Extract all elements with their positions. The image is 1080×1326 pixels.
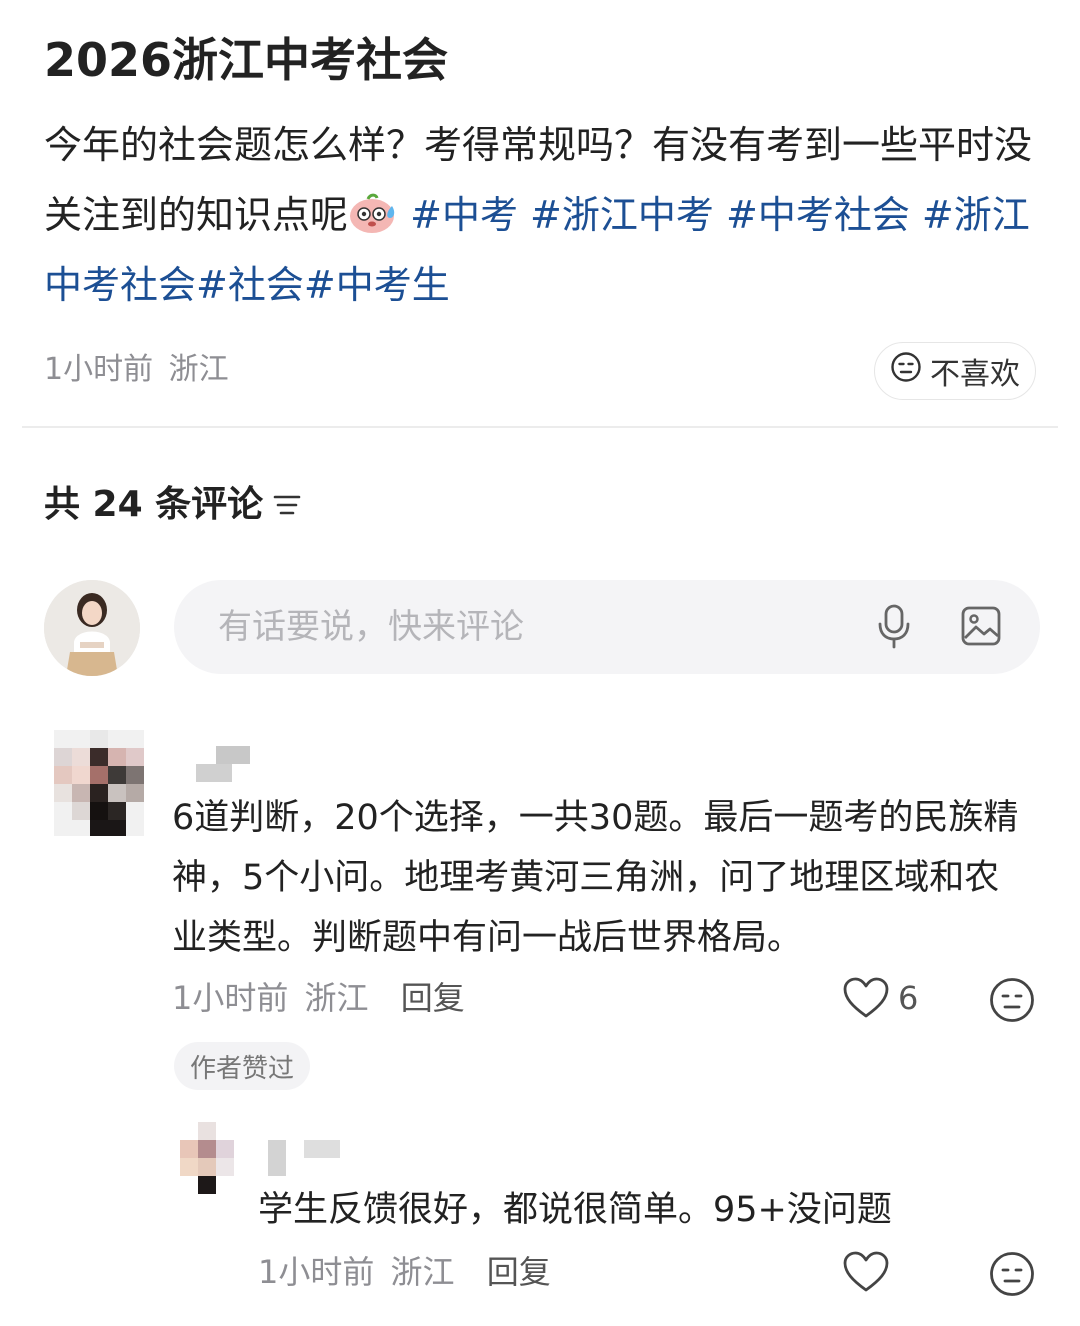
comment-time: 1小时前 bbox=[172, 979, 289, 1017]
comment-location: 浙江 bbox=[304, 979, 369, 1017]
like-button[interactable]: 6 bbox=[842, 976, 918, 1020]
reply-text: 学生反馈很好，都说很简单。95+没问题 bbox=[258, 1190, 892, 1230]
hashtag-link[interactable]: #中考社会 bbox=[726, 193, 910, 237]
divider bbox=[22, 426, 1058, 428]
commenter-name[interactable] bbox=[196, 746, 252, 782]
post-meta: 1小时前 浙江 bbox=[44, 348, 229, 392]
dislike-button[interactable] bbox=[988, 1250, 1036, 1298]
comment-text: 6道判断，20个选择，一共30题。最后一题考的民族精神，5个小问。地理考黄河三角… bbox=[172, 798, 1019, 958]
heart-icon bbox=[842, 976, 890, 1020]
comment-input-box[interactable] bbox=[174, 580, 1040, 674]
comment-input[interactable] bbox=[216, 606, 840, 648]
reply-avatar[interactable] bbox=[180, 1122, 234, 1194]
neutral-face-icon bbox=[890, 351, 922, 391]
like-count: 6 bbox=[898, 979, 919, 1017]
hashtag-link[interactable]: #中考生 bbox=[304, 263, 450, 307]
post-time: 1小时前 bbox=[44, 352, 154, 387]
author-liked-badge: 作者赞过 bbox=[174, 1042, 311, 1090]
image-icon[interactable] bbox=[960, 605, 1002, 647]
hashtag-link[interactable]: #社会 bbox=[196, 263, 304, 307]
hashtag-link[interactable]: #中考 bbox=[410, 193, 518, 237]
comment-count-label: 共 24 条评论 bbox=[44, 484, 264, 525]
comment-meta: 1小时前 浙江 回复 bbox=[172, 976, 465, 1020]
dislike-button[interactable] bbox=[988, 976, 1036, 1024]
neutral-face-icon bbox=[988, 976, 1036, 1024]
sweating-face-emoji bbox=[348, 186, 398, 233]
hashtag-link[interactable]: #浙江中考 bbox=[530, 193, 714, 237]
reply-author-name[interactable] bbox=[268, 1140, 340, 1176]
dislike-label: 不喜欢 bbox=[930, 357, 1020, 392]
commenter-avatar[interactable] bbox=[54, 730, 144, 836]
post-title: 2026浙江中考社会 bbox=[44, 33, 449, 87]
reply-location: 浙江 bbox=[390, 1253, 455, 1291]
user-avatar[interactable] bbox=[44, 580, 140, 676]
comments-header: 共 24 条评论 bbox=[44, 480, 301, 530]
reply-time: 1小时前 bbox=[258, 1253, 375, 1291]
like-button[interactable] bbox=[842, 1250, 890, 1294]
heart-icon bbox=[842, 1250, 890, 1294]
post-location: 浙江 bbox=[168, 352, 229, 387]
reply-meta: 1小时前 浙江 回复 bbox=[258, 1250, 551, 1294]
sort-lines-icon[interactable] bbox=[273, 492, 301, 518]
neutral-face-icon bbox=[988, 1250, 1036, 1298]
reply-button[interactable]: 回复 bbox=[487, 1253, 551, 1291]
post-body: 今年的社会题怎么样？考得常规吗？有没有考到一些平时没关注到的知识点呢 #中考 #… bbox=[44, 110, 1044, 320]
dislike-button[interactable]: 不喜欢 bbox=[874, 342, 1036, 400]
microphone-icon[interactable] bbox=[874, 603, 914, 651]
reply-button[interactable]: 回复 bbox=[401, 979, 465, 1017]
